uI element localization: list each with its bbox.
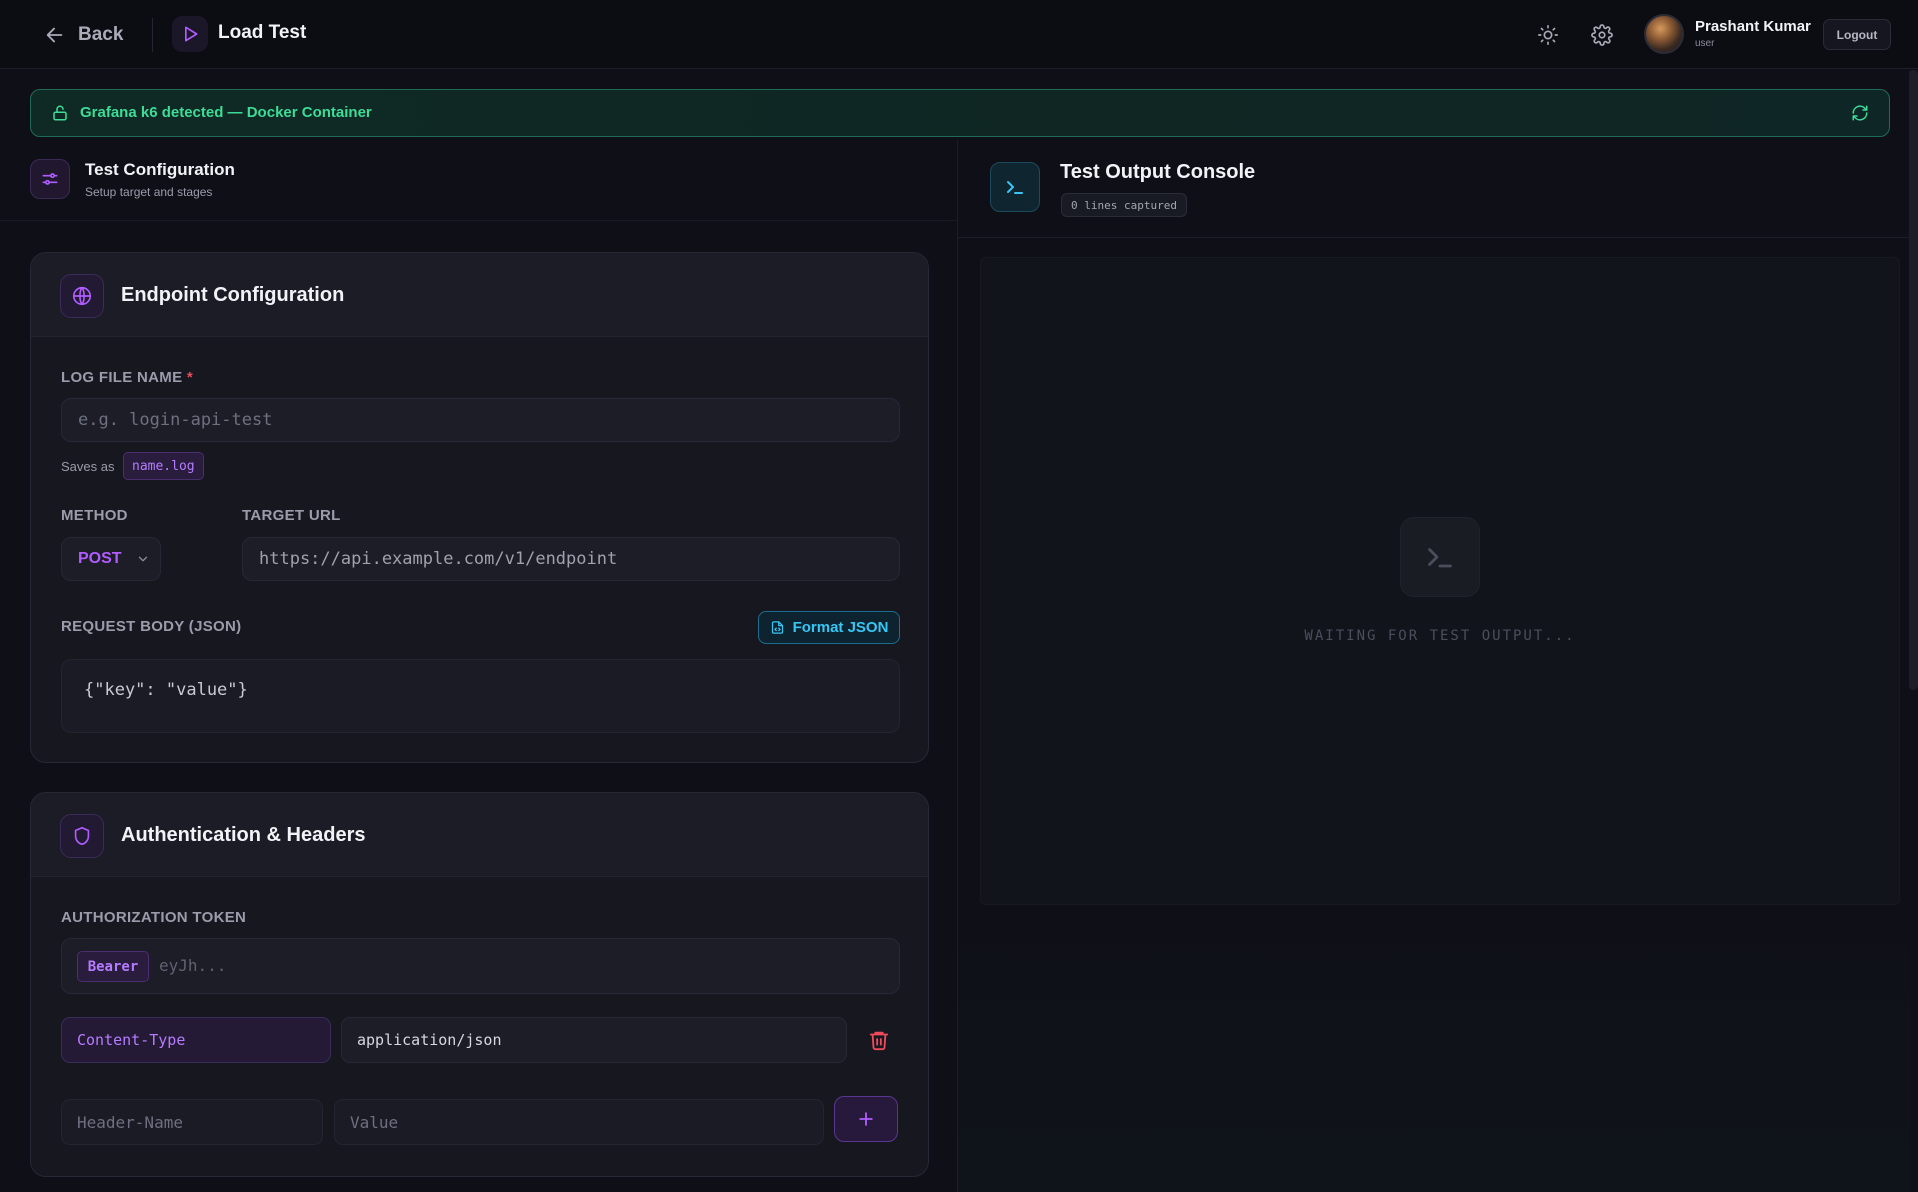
lines-captured-badge: 0 lines captured	[1061, 193, 1187, 217]
auth-token-label: AUTHORIZATION TOKEN	[61, 909, 247, 926]
auth-token-input[interactable]: Bearer eyJh...	[61, 938, 900, 994]
settings-button[interactable]	[1585, 18, 1619, 52]
endpoint-card-title: Endpoint Configuration	[121, 284, 345, 306]
console-title: Test Output Console	[1060, 161, 1256, 183]
avatar[interactable]	[1644, 14, 1684, 54]
log-file-input[interactable]: e.g. login-api-test	[61, 398, 900, 442]
method-value: POST	[78, 550, 122, 567]
chevron-down-icon	[138, 556, 147, 562]
back-label: Back	[78, 24, 124, 45]
refresh-icon[interactable]	[1851, 104, 1869, 122]
background-glow	[958, 905, 1910, 1192]
token-placeholder: eyJh...	[159, 956, 227, 975]
auth-card-header: Authentication & Headers	[31, 793, 928, 877]
sliders-icon	[30, 159, 70, 199]
shield-icon	[60, 814, 104, 858]
new-header-value-input[interactable]: Value	[334, 1099, 824, 1145]
header-value-field[interactable]: application/json	[341, 1017, 847, 1063]
method-label: METHOD	[61, 507, 128, 524]
plus-icon	[859, 1112, 873, 1126]
format-json-button[interactable]: Format JSON	[758, 611, 900, 644]
bearer-chip: Bearer	[77, 951, 149, 982]
trash-icon[interactable]	[868, 1029, 890, 1051]
divider	[958, 237, 1910, 238]
top-bar: Back Load Test Prashant Kumar user Logou…	[0, 0, 1918, 69]
saves-as-chip: name.log	[123, 452, 204, 480]
add-header-button[interactable]	[834, 1096, 898, 1142]
terminal-icon	[990, 162, 1040, 212]
target-url-label: TARGET URL	[242, 507, 341, 524]
new-header-name-input[interactable]: Header-Name	[61, 1099, 323, 1145]
user-role: user	[1695, 38, 1715, 49]
saves-as-label: Saves as	[61, 459, 115, 474]
divider	[152, 18, 153, 52]
lock-icon	[53, 105, 67, 121]
play-icon	[172, 16, 208, 52]
user-name: Prashant Kumar	[1695, 18, 1811, 35]
gear-icon	[1591, 24, 1613, 46]
scrollbar[interactable]	[1909, 70, 1918, 690]
config-subtitle: Setup target and stages	[85, 185, 213, 199]
page-title: Load Test	[218, 22, 307, 43]
sun-icon	[1538, 25, 1558, 45]
file-code-icon	[771, 621, 783, 634]
config-title: Test Configuration	[85, 160, 235, 179]
banner-text: Grafana k6 detected — Docker Container	[80, 104, 372, 121]
back-button[interactable]: Back	[44, 20, 123, 50]
method-select[interactable]: POST	[61, 537, 161, 581]
arrow-left-icon	[46, 27, 63, 43]
target-url-input[interactable]: https://api.example.com/v1/endpoint	[242, 537, 900, 581]
logout-button[interactable]: Logout	[1823, 19, 1891, 50]
auth-card: Authentication & Headers AUTHORIZATION T…	[30, 792, 929, 1177]
theme-toggle-button[interactable]	[1531, 18, 1565, 52]
required-mark: *	[186, 369, 194, 386]
format-json-label: Format JSON	[792, 619, 889, 636]
request-body-editor[interactable]: {"key": "value"}	[61, 659, 900, 733]
divider	[0, 220, 957, 221]
globe-icon	[60, 274, 104, 318]
terminal-icon	[1400, 517, 1480, 597]
log-file-label: LOG FILE NAME *	[61, 369, 194, 386]
endpoint-card-header: Endpoint Configuration	[31, 253, 928, 337]
auth-card-title: Authentication & Headers	[121, 824, 366, 846]
console-waiting-text: WAITING FOR TEST OUTPUT...	[1304, 628, 1576, 644]
request-body-label: REQUEST BODY (JSON)	[61, 618, 242, 635]
status-banner: Grafana k6 detected — Docker Container	[30, 89, 1890, 137]
endpoint-card: Endpoint Configuration LOG FILE NAME * e…	[30, 252, 929, 763]
header-name-field[interactable]: Content-Type	[61, 1017, 331, 1063]
